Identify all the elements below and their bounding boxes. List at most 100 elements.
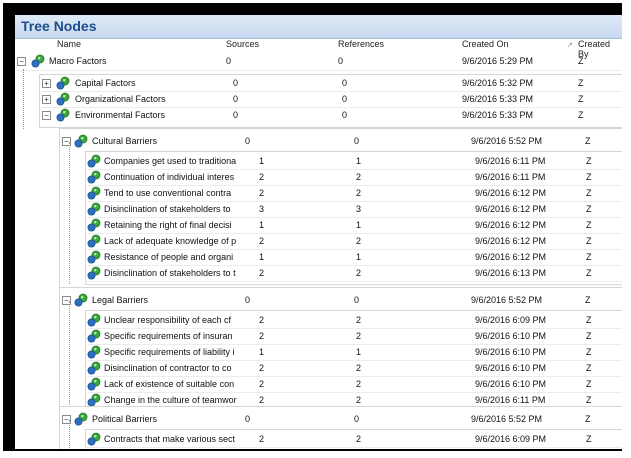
created-by: Z [586,156,592,166]
references-count: 1 [356,347,362,357]
tree-node-leaf[interactable]: Lack of existence of suitable con 2 2 9/6/2… [15,376,622,393]
tree-node-leaf[interactable]: Companies get used to traditiona 1 1 9/6/20… [15,153,622,170]
tree-node-leaf[interactable]: Disinclination of contractor to co 2 2 9/6/… [15,360,622,377]
created-by: Z [586,172,592,182]
node-name: Macro Factors [49,56,107,66]
created-by: Z [586,236,592,246]
sources-count: 1 [259,347,265,357]
created-on: 9/6/2016 6:11 PM [475,156,546,166]
references-count: 0 [354,295,360,305]
created-by: Z [586,395,592,405]
node-icon [87,377,101,391]
references-count: 2 [356,315,362,325]
created-by: Z [585,414,591,424]
node-icon [74,134,88,148]
created-by: Z [586,331,592,341]
node-icon [87,313,101,327]
tree-node-leaf[interactable]: Tend to use conventional contra 2 2 9/6/201… [15,185,622,202]
created-by: Z [586,363,592,373]
references-count: 2 [356,434,362,444]
references-count: 0 [354,136,360,146]
node-icon [87,345,101,359]
sort-indicator-icon: ↗ [567,42,573,49]
column-header-sources[interactable]: Sources [226,39,259,54]
tree-node-barrier[interactable]: − Political Barriers 0 0 9/6/2016 5:52 PM Z [15,411,622,428]
created-by: Z [585,295,591,305]
tree-node-leaf[interactable]: Contracts that make various sect 2 2 9/6/20… [15,431,622,448]
node-icon [87,266,101,280]
created-on: 9/6/2016 6:13 PM [475,268,547,278]
row-divider [15,70,622,71]
panel-title-bar: Tree Nodes [15,15,622,39]
column-header-references[interactable]: References [338,39,384,54]
references-count: 2 [356,172,362,182]
tree-node-factor[interactable]: + Capital Factors 0 0 9/6/2016 5:32 PM Z [15,75,622,92]
tree-node-root[interactable]: − Macro Factors 0 0 9/6/2016 5:29 PM Z [15,53,622,70]
tree-list-view[interactable]: Name Sources References Created On ↗ Cre… [15,39,622,449]
sources-count: 0 [233,78,239,88]
created-on: 9/6/2016 5:33 PM [462,110,534,120]
tree-node-leaf[interactable]: Lack of adequate knowledge of p 2 2 9/6/201… [15,233,622,250]
created-on: 9/6/2016 6:11 PM [475,395,546,405]
sources-count: 1 [259,220,265,230]
tree-node-leaf[interactable]: Disinclination of stakeholders to t 2 2 9/6… [15,265,622,282]
node-icon [74,293,88,307]
tree-node-leaf[interactable]: Specific requirements of insuran 2 2 9/6/20… [15,328,622,345]
references-count: 2 [356,379,362,389]
column-header-created-on[interactable]: Created On [462,39,509,54]
node-name: Environmental Factors [75,110,166,120]
tree-node-leaf[interactable]: Resistance of people and organi 1 1 9/6/201… [15,249,622,266]
node-name: Specific requirements of liability i [104,347,235,357]
node-name: Disinclination of stakeholders to [104,204,231,214]
collapse-toggle-minus-icon[interactable]: − [17,57,26,66]
node-icon [74,412,88,426]
tree-node-factor[interactable]: − Environmental Factors 0 0 9/6/2016 5:33 PM… [15,107,622,124]
node-name: Lack of existence of suitable con [104,379,235,389]
node-name: Disinclination of contractor to co [104,363,232,373]
tree-node-factor[interactable]: + Organizational Factors 0 0 9/6/2016 5:33 P… [15,91,622,108]
collapse-toggle-minus-icon[interactable]: − [42,111,51,120]
column-header-created-by[interactable]: Created By [578,39,622,59]
tree-node-leaf[interactable]: Disinclination of stakeholders to 3 3 9/6/2… [15,201,622,218]
sources-count: 2 [259,188,265,198]
node-icon [87,393,101,407]
screenshot-frame: Tree Nodes Name Sources References Creat… [3,3,622,451]
node-name: Tend to use conventional contra [104,188,232,198]
tree-node-leaf[interactable]: Retaining the right of final decisi 1 1 9/6… [15,217,622,234]
node-name: Capital Factors [75,78,136,88]
node-name: Disinclination of stakeholders to t [104,268,236,278]
references-count: 1 [356,220,362,230]
node-name: Lack of adequate knowledge of p [104,236,237,246]
sources-count: 2 [259,172,265,182]
node-name: Specific requirements of insuran [104,331,233,341]
node-name: Continuation of individual interes [104,172,235,182]
sources-count: 0 [245,136,251,146]
sources-count: 2 [259,363,265,373]
references-count: 1 [356,156,362,166]
created-by: Z [586,347,592,357]
references-count: 0 [338,56,344,66]
sources-count: 0 [245,295,251,305]
sources-count: 2 [259,268,265,278]
node-icon [87,202,101,216]
created-on: 9/6/2016 5:52 PM [471,136,543,146]
node-icon [87,170,101,184]
tree-node-leaf[interactable]: Continuation of individual interes 2 2 9/6/… [15,169,622,186]
node-name: Contracts that make various sect [104,434,236,444]
sources-count: 1 [259,156,265,166]
node-icon [87,186,101,200]
tree-node-leaf[interactable]: Specific requirements of liability i 1 1 9/… [15,344,622,361]
sources-count: 0 [245,414,251,424]
sources-count: 0 [233,94,239,104]
tree-node-barrier[interactable]: − Legal Barriers 0 0 9/6/2016 5:52 PM Z [15,292,622,309]
node-icon [87,234,101,248]
tree-node-barrier[interactable]: − Cultural Barriers 0 0 9/6/2016 5:52 PM Z [15,133,622,150]
created-by: Z [586,188,592,198]
expand-toggle-plus-icon[interactable]: + [42,95,51,104]
sources-count: 0 [226,56,232,66]
expand-toggle-plus-icon[interactable]: + [42,79,51,88]
created-on: 9/6/2016 5:29 PM [462,56,534,66]
column-header-name[interactable]: Name [57,39,81,54]
created-by: Z [585,136,591,146]
tree-node-leaf[interactable]: Unclear responsibility of each cf 2 2 9/6/2… [15,312,622,329]
